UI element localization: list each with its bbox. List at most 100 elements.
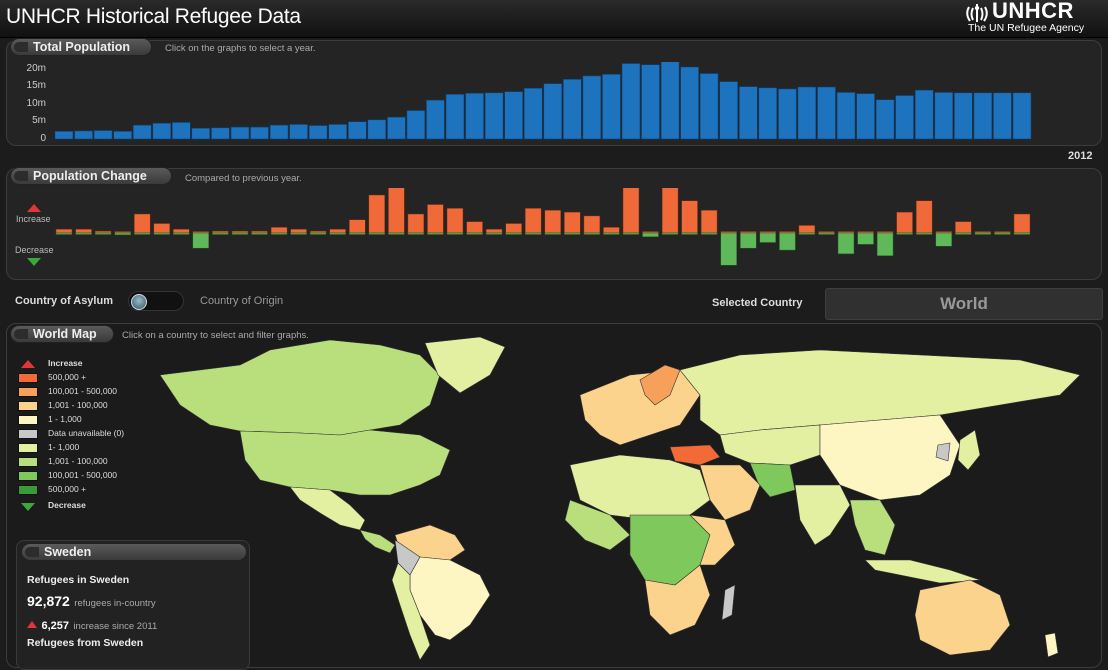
population-change-decrease-bar[interactable] — [466, 232, 483, 235]
total-population-bar[interactable] — [269, 124, 289, 140]
population-change-decrease-bar[interactable] — [661, 232, 679, 235]
total-population-bar[interactable] — [719, 81, 739, 140]
population-change-decrease-bar[interactable] — [583, 232, 601, 235]
total-population-bar[interactable] — [543, 83, 563, 140]
map-region-new-zealand[interactable] — [1044, 632, 1059, 658]
total-population-bar[interactable] — [758, 87, 778, 140]
population-change-increase-bar[interactable] — [290, 228, 307, 234]
total-population-bar[interactable] — [836, 92, 856, 140]
total-population-bar[interactable] — [641, 64, 660, 140]
population-change-decrease-bar[interactable] — [290, 232, 307, 235]
total-population-bar[interactable] — [953, 92, 973, 140]
population-change-increase-bar[interactable] — [466, 221, 483, 234]
total-population-bar[interactable] — [1012, 92, 1032, 140]
population-change-decrease-bar[interactable] — [212, 232, 229, 235]
map-region-middle-east[interactable] — [699, 464, 761, 521]
total-population-bar[interactable] — [680, 66, 699, 140]
country-of-origin-label[interactable]: Country of Origin — [200, 295, 283, 307]
population-change-decrease-bar[interactable] — [603, 232, 620, 235]
total-population-bar[interactable] — [113, 131, 133, 140]
population-change-increase-bar[interactable] — [231, 230, 249, 234]
population-change-increase-bar[interactable] — [564, 211, 581, 234]
population-change-increase-bar[interactable] — [94, 230, 112, 234]
unhcr-logo[interactable]: UNHCR The UN Refugee Agency — [962, 0, 1102, 36]
total-population-bar[interactable] — [191, 127, 211, 140]
map-region-central-america[interactable] — [359, 529, 396, 554]
total-population-bar[interactable] — [562, 78, 582, 140]
population-change-decrease-bar[interactable] — [935, 232, 953, 247]
total-population-bar[interactable] — [172, 122, 191, 140]
total-population-bar[interactable] — [74, 130, 93, 140]
population-change-decrease-bar[interactable] — [915, 232, 933, 235]
total-population-bar[interactable] — [914, 89, 934, 140]
population-change-decrease-bar[interactable] — [740, 232, 757, 249]
population-change-decrease-bar[interactable] — [622, 232, 640, 235]
selected-country-field[interactable]: World — [825, 288, 1103, 320]
population-change-decrease-bar[interactable] — [544, 232, 562, 235]
population-change-increase-bar[interactable] — [544, 209, 562, 234]
total-population-bar[interactable] — [484, 92, 504, 140]
population-change-increase-bar[interactable] — [896, 211, 913, 234]
population-change-decrease-bar[interactable] — [427, 232, 444, 235]
population-change-increase-bar[interactable] — [524, 208, 542, 234]
population-change-decrease-bar[interactable] — [94, 232, 112, 235]
total-population-bar[interactable] — [289, 124, 308, 140]
population-change-decrease-bar[interactable] — [270, 232, 288, 235]
tab-population-change[interactable]: Population Change — [10, 167, 172, 185]
population-change-decrease-bar[interactable] — [798, 232, 816, 235]
population-change-increase-bar[interactable] — [798, 225, 816, 234]
map-region-indonesia[interactable] — [864, 559, 981, 584]
total-population-bar[interactable] — [934, 92, 954, 140]
population-change-decrease-bar[interactable] — [759, 232, 777, 243]
population-change-decrease-bar[interactable] — [114, 232, 131, 236]
map-region-usa[interactable] — [239, 429, 451, 496]
country-of-asylum-label[interactable]: Country of Asylum — [15, 295, 113, 307]
population-change-increase-bar[interactable] — [388, 188, 405, 234]
total-population-bar[interactable] — [406, 110, 426, 140]
population-change-decrease-bar[interactable] — [1013, 232, 1031, 235]
population-change-increase-bar[interactable] — [349, 219, 366, 234]
total-population-bar[interactable] — [211, 127, 230, 140]
total-population-bar[interactable] — [738, 86, 758, 140]
population-change-decrease-bar[interactable] — [329, 232, 346, 235]
total-population-bar[interactable] — [250, 126, 269, 140]
total-population-bar[interactable] — [426, 99, 445, 140]
population-change-increase-bar[interactable] — [681, 200, 698, 234]
population-change-decrease-bar[interactable] — [485, 232, 503, 235]
total-population-bar[interactable] — [993, 92, 1012, 140]
population-change-decrease-bar[interactable] — [837, 232, 855, 255]
map-region-southeast-asia[interactable] — [849, 499, 896, 556]
population-change-increase-bar[interactable] — [212, 230, 229, 234]
population-change-increase-bar[interactable] — [153, 223, 171, 234]
population-change-decrease-bar[interactable] — [407, 232, 425, 235]
population-change-decrease-bar[interactable] — [564, 232, 581, 235]
population-change-decrease-bar[interactable] — [642, 232, 659, 238]
population-change-decrease-bar[interactable] — [368, 232, 386, 235]
total-population-bar[interactable] — [308, 125, 328, 140]
population-change-chart[interactable] — [52, 188, 1096, 280]
total-population-bar[interactable] — [347, 121, 367, 140]
total-population-bar[interactable] — [817, 86, 836, 140]
population-change-decrease-bar[interactable] — [173, 232, 190, 235]
population-change-increase-bar[interactable] — [270, 227, 288, 234]
total-population-bar[interactable] — [504, 91, 524, 140]
total-population-bar[interactable] — [778, 88, 797, 140]
population-change-decrease-bar[interactable] — [505, 232, 522, 235]
population-change-increase-bar[interactable] — [173, 228, 190, 234]
population-change-increase-bar[interactable] — [329, 228, 346, 234]
tab-world-map[interactable]: World Map — [10, 325, 114, 343]
map-region-madagascar[interactable] — [721, 584, 736, 621]
population-change-decrease-bar[interactable] — [779, 232, 796, 251]
total-population-bar[interactable] — [875, 99, 895, 140]
population-change-decrease-bar[interactable] — [700, 232, 718, 235]
total-population-bar[interactable] — [93, 130, 113, 140]
population-change-decrease-bar[interactable] — [153, 232, 171, 235]
tab-sweden[interactable]: Sweden — [21, 543, 247, 561]
total-population-bar[interactable] — [602, 74, 621, 140]
population-change-decrease-bar[interactable] — [309, 232, 327, 235]
population-change-decrease-bar[interactable] — [994, 232, 1011, 235]
total-population-bar[interactable] — [387, 116, 406, 140]
total-population-bar[interactable] — [152, 122, 172, 140]
population-change-decrease-bar[interactable] — [896, 232, 913, 235]
total-population-bar[interactable] — [699, 73, 719, 140]
